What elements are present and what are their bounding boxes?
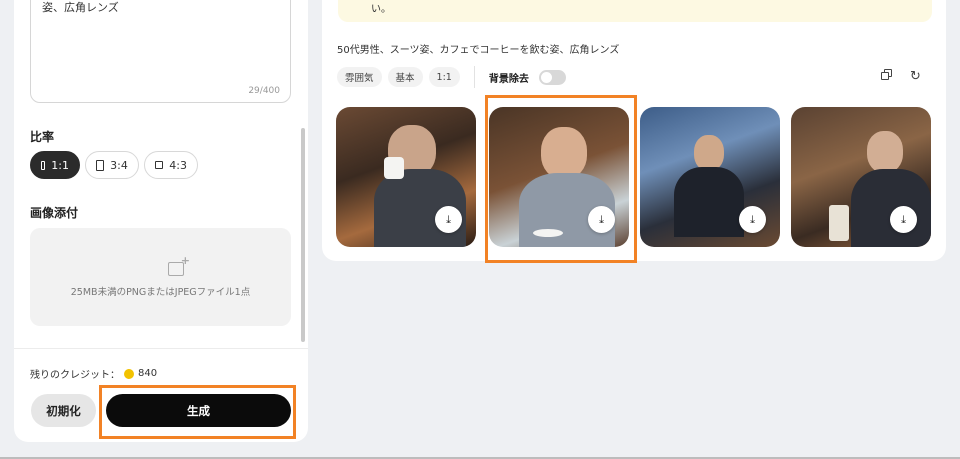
credits-label: 残りのクレジット： xyxy=(30,370,120,381)
suit-shape xyxy=(851,169,931,247)
ratio-label: 比率 xyxy=(30,130,55,144)
cup-shape xyxy=(384,157,404,179)
ratio-selector: 1:1 3:4 4:3 xyxy=(30,151,198,179)
upload-hint: 25MB未満のPNGまたはJPEGファイル1点 xyxy=(70,287,251,298)
prompt-text: 姿、広角レンズ xyxy=(42,1,119,14)
highlight-box xyxy=(485,95,637,263)
portrait-icon xyxy=(96,159,105,171)
download-button[interactable]: ⤓ xyxy=(739,206,766,233)
notice-banner: い。 xyxy=(338,0,932,22)
toggle-knob xyxy=(540,71,552,83)
tag-chip: 基本 xyxy=(387,67,423,87)
bg-removal-toggle[interactable] xyxy=(538,69,566,85)
ratio-1-1-button[interactable]: 1:1 xyxy=(30,151,80,179)
download-icon: ⤓ xyxy=(901,213,906,226)
image-upload-dropzone[interactable]: 25MB未満のPNGまたはJPEGファイル1点 xyxy=(30,228,291,326)
refresh-icon[interactable]: ↻ xyxy=(910,69,921,84)
suit-shape xyxy=(674,167,744,237)
bg-removal-label: 背景除去 xyxy=(488,73,529,85)
tag-chip: 雰囲気 xyxy=(337,67,382,87)
result-tags: 雰囲気 基本 1:1 背景除去 xyxy=(337,66,566,88)
highlight-box xyxy=(99,385,296,439)
face-shape xyxy=(867,131,903,173)
face-shape xyxy=(694,135,724,171)
ratio-3-4-button[interactable]: 3:4 xyxy=(85,151,139,179)
copy-icon-front xyxy=(881,72,889,80)
scrollbar[interactable] xyxy=(301,128,305,342)
download-icon: ⤓ xyxy=(446,213,451,226)
prompt-textarea[interactable]: 姿、広角レンズ 29/400 xyxy=(30,0,291,103)
notice-text: い。 xyxy=(371,4,391,15)
coin-icon xyxy=(124,368,134,379)
credits-value: 840 xyxy=(138,368,158,379)
add-image-icon xyxy=(168,254,190,276)
ratio-4-3-label: 4:3 xyxy=(169,158,187,172)
generated-image-4[interactable]: ⤓ xyxy=(791,107,931,247)
tag-chip: 1:1 xyxy=(428,67,460,87)
landscape-icon xyxy=(155,161,164,169)
char-count: 29/400 xyxy=(248,86,280,96)
settings-panel: 姿、広角レンズ 29/400 比率 1:1 3:4 4:3 画像添付 25MB未… xyxy=(14,0,308,442)
reset-button[interactable]: 初期化 xyxy=(31,394,96,427)
result-prompt: 50代男性、スーツ姿、カフェでコーヒーを飲む姿、広角レンズ xyxy=(337,45,620,56)
ratio-1-1-label: 1:1 xyxy=(51,158,69,172)
download-button[interactable]: ⤓ xyxy=(435,206,462,233)
ratio-4-3-button[interactable]: 4:3 xyxy=(144,151,198,179)
generated-image-1[interactable]: ⤓ xyxy=(336,107,476,247)
generated-image-3[interactable]: ⤓ xyxy=(640,107,780,247)
credits-display: 残りのクレジット： 840 xyxy=(30,366,157,381)
divider xyxy=(14,348,308,349)
coffee-cup-shape xyxy=(829,205,849,241)
download-button[interactable]: ⤓ xyxy=(890,206,917,233)
attach-label: 画像添付 xyxy=(30,206,79,220)
ratio-3-4-label: 3:4 xyxy=(110,158,128,172)
square-icon xyxy=(41,160,46,170)
copy-icon[interactable] xyxy=(881,69,892,80)
download-icon: ⤓ xyxy=(750,213,755,226)
separator xyxy=(473,66,475,88)
